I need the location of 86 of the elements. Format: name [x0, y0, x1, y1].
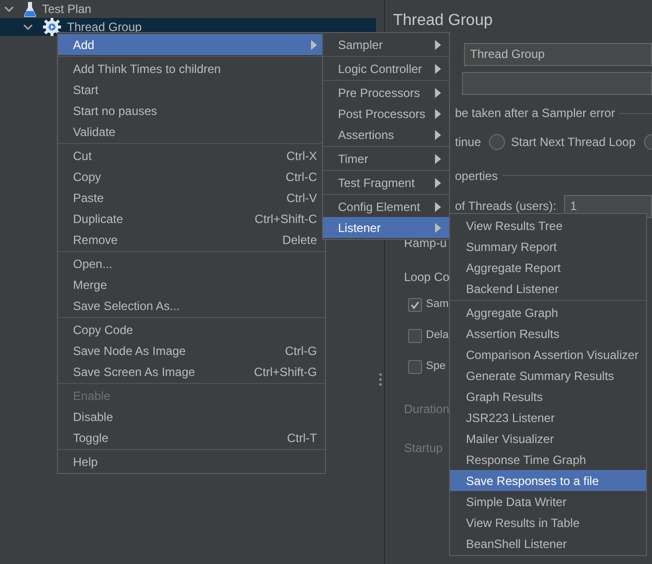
- submenu-arrow-icon: [435, 64, 441, 74]
- radio-label: tinue: [455, 134, 482, 151]
- shortcut-label: Ctrl-T: [286, 430, 317, 446]
- menu-item[interactable]: JSR223 Listener: [450, 407, 646, 428]
- menu-item[interactable]: Save Node As Image Ctrl-G: [58, 340, 325, 361]
- menu-item[interactable]: BeanShell Listener: [450, 533, 646, 554]
- checkbox[interactable]: [408, 298, 422, 312]
- flask-icon: [24, 1, 36, 17]
- group-label: operties: [455, 168, 498, 184]
- submenu-arrow-icon: [435, 108, 441, 118]
- tree-item[interactable]: Test Plan: [0, 0, 376, 18]
- menu-item[interactable]: Merge: [58, 274, 325, 295]
- menu-item[interactable]: Remove Delete: [58, 229, 325, 250]
- menu-item[interactable]: Mailer Visualizer: [450, 428, 646, 449]
- field-label: Startup: [404, 440, 443, 457]
- menu-item[interactable]: Duplicate Ctrl+Shift-C: [58, 208, 325, 229]
- gear-icon: [43, 18, 61, 36]
- menu-item[interactable]: Test Fragment: [323, 172, 449, 193]
- menu-item[interactable]: Graph Results: [450, 386, 646, 407]
- menu-item[interactable]: Save Screen As Image Ctrl+Shift-G: [58, 361, 325, 382]
- name-field[interactable]: Thread Group: [464, 42, 652, 66]
- field-label: Ramp-u: [404, 235, 447, 252]
- group-label: be taken after a Sampler error: [455, 105, 616, 122]
- shortcut-label: Delete: [281, 232, 317, 248]
- shortcut-label: Ctrl+Shift-C: [254, 210, 317, 228]
- submenu-arrow-icon: [435, 88, 441, 98]
- menu-item[interactable]: Validate: [58, 121, 325, 142]
- menu-item[interactable]: Add: [58, 34, 325, 55]
- menu-item[interactable]: Timer: [323, 148, 449, 169]
- menu-item[interactable]: Open...: [58, 253, 325, 274]
- field-label: of Threads (users):: [455, 198, 556, 215]
- menu-item[interactable]: Pre Processors: [323, 82, 449, 103]
- checkbox-label: Sam: [426, 297, 449, 312]
- submenu-arrow-icon: [435, 130, 441, 140]
- radio-label: Start Next Thread Loop: [511, 134, 636, 151]
- menu-item[interactable]: Save Selection As...: [58, 295, 325, 316]
- menu-item[interactable]: Post Processors: [323, 103, 449, 124]
- checkbox[interactable]: [408, 360, 422, 374]
- submenu-arrow-icon: [435, 202, 441, 212]
- menu-item[interactable]: Sampler: [323, 34, 449, 55]
- menu-item[interactable]: Add Think Times to children: [58, 58, 325, 79]
- menu-item[interactable]: Assertions: [323, 124, 449, 145]
- menu-item[interactable]: Copy Code: [58, 319, 325, 340]
- menu-item[interactable]: Simple Data Writer: [450, 491, 646, 512]
- panel-title: Thread Group: [393, 11, 493, 31]
- submenu-arrow-icon: [435, 40, 441, 50]
- shortcut-label: Ctrl-G: [284, 342, 317, 360]
- menu-item[interactable]: Toggle Ctrl-T: [58, 427, 325, 448]
- menu-item[interactable]: Save Responses to a file: [450, 470, 646, 491]
- checkbox-label: Spe: [426, 359, 446, 374]
- menu-item[interactable]: Cut Ctrl-X: [58, 145, 325, 166]
- menu-item[interactable]: Paste Ctrl-V: [58, 187, 325, 208]
- checkbox-label: Dela: [426, 328, 449, 344]
- shortcut-label: Ctrl-X: [285, 148, 317, 164]
- menu-item[interactable]: Aggregate Graph: [450, 302, 646, 323]
- menu-item[interactable]: Assertion Results: [450, 323, 646, 344]
- menu-item[interactable]: Listener: [323, 217, 449, 238]
- field-label: Duration: [404, 401, 450, 418]
- menu-item[interactable]: Copy Ctrl-C: [58, 166, 325, 187]
- field-label: Loop Co: [404, 269, 450, 286]
- shortcut-label: Ctrl+Shift-G: [252, 364, 317, 380]
- menu-item[interactable]: Logic Controller: [323, 58, 449, 79]
- menu-item[interactable]: View Results Tree: [450, 215, 646, 236]
- menu-item[interactable]: Start no pauses: [58, 100, 325, 121]
- menu-item[interactable]: Summary Report: [450, 236, 646, 257]
- comments-field[interactable]: [462, 72, 652, 95]
- menu-item[interactable]: Generate Summary Results: [450, 365, 646, 386]
- shortcut-label: Ctrl-V: [285, 190, 317, 206]
- checkmark-icon: [410, 300, 420, 310]
- submenu-arrow-icon: [435, 178, 441, 188]
- menu-item[interactable]: Help: [58, 451, 325, 472]
- submenu-arrow-icon: [435, 154, 441, 164]
- menu-item[interactable]: Aggregate Report: [450, 257, 646, 278]
- menu-item[interactable]: Disable: [58, 406, 325, 427]
- checkbox[interactable]: [408, 328, 422, 342]
- submenu-arrow-icon: [435, 222, 441, 232]
- splitter-handle-icon[interactable]: [378, 373, 382, 386]
- submenu-arrow-icon: [311, 40, 317, 50]
- menu-item[interactable]: Backend Listener: [450, 278, 646, 299]
- menu-item[interactable]: Start: [58, 79, 325, 100]
- menu-item[interactable]: Comparison Assertion Visualizer: [450, 344, 646, 365]
- shortcut-label: Ctrl-C: [284, 168, 317, 186]
- menu-item[interactable]: Response Time Graph: [450, 449, 646, 470]
- menu-item[interactable]: Config Element: [323, 196, 449, 217]
- radio-button[interactable]: [489, 134, 506, 150]
- menu-item[interactable]: View Results in Table: [450, 512, 646, 533]
